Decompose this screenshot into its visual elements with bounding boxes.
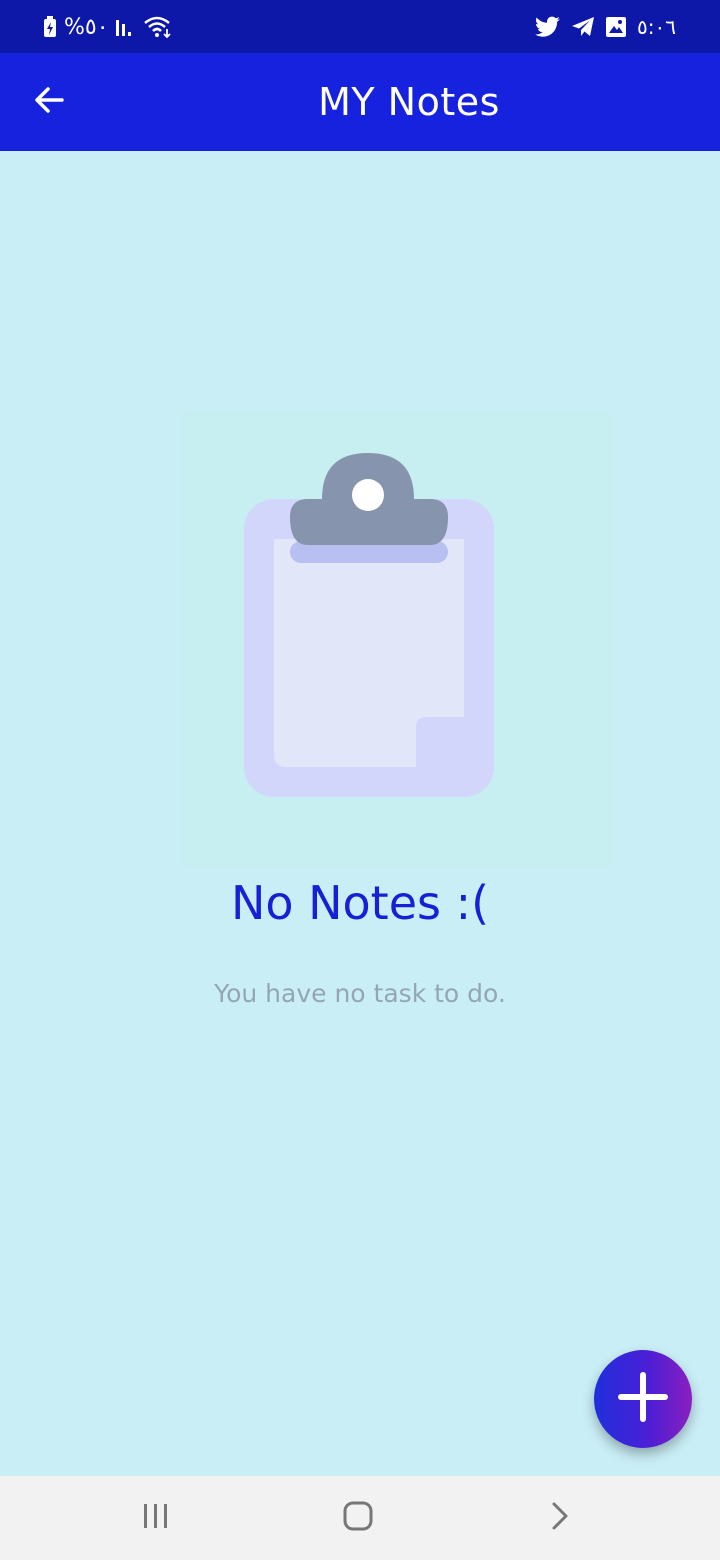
signal-icon: [115, 16, 137, 38]
page-title: MY Notes: [318, 80, 500, 124]
arrow-left-icon: [33, 84, 65, 120]
app-bar: MY Notes: [0, 53, 720, 151]
empty-state-subtitle: You have no task to do.: [214, 979, 506, 1008]
system-back-button[interactable]: [530, 1494, 590, 1542]
clipboard-illustration: [182, 411, 614, 867]
wifi-icon: [143, 15, 173, 39]
telegram-icon: [571, 16, 595, 38]
recent-apps-button[interactable]: [126, 1494, 186, 1542]
home-button[interactable]: [328, 1494, 388, 1542]
empty-state: No Notes :( You have no task to do.: [0, 151, 720, 1476]
home-icon: [342, 1500, 374, 1536]
back-chevron-icon: [550, 1501, 570, 1535]
add-note-button[interactable]: [594, 1350, 692, 1448]
status-right-group: ٥:٠٦: [535, 12, 676, 42]
recent-apps-icon: [141, 1502, 171, 1534]
clipboard-icon: [244, 453, 494, 797]
plus-icon: [615, 1369, 671, 1429]
gallery-icon: [605, 16, 627, 38]
status-left-group: %٥٠: [42, 12, 173, 42]
clock: ٥:٠٦: [637, 15, 676, 39]
battery-charging-icon: [42, 16, 58, 38]
back-button[interactable]: [22, 75, 76, 129]
system-nav-bar: [0, 1476, 720, 1560]
twitter-icon: [535, 16, 561, 38]
empty-state-title: No Notes :(: [230, 876, 490, 930]
status-bar: %٥٠ ٥:٠٦: [0, 0, 720, 53]
battery-percent: %٥٠: [64, 14, 109, 40]
